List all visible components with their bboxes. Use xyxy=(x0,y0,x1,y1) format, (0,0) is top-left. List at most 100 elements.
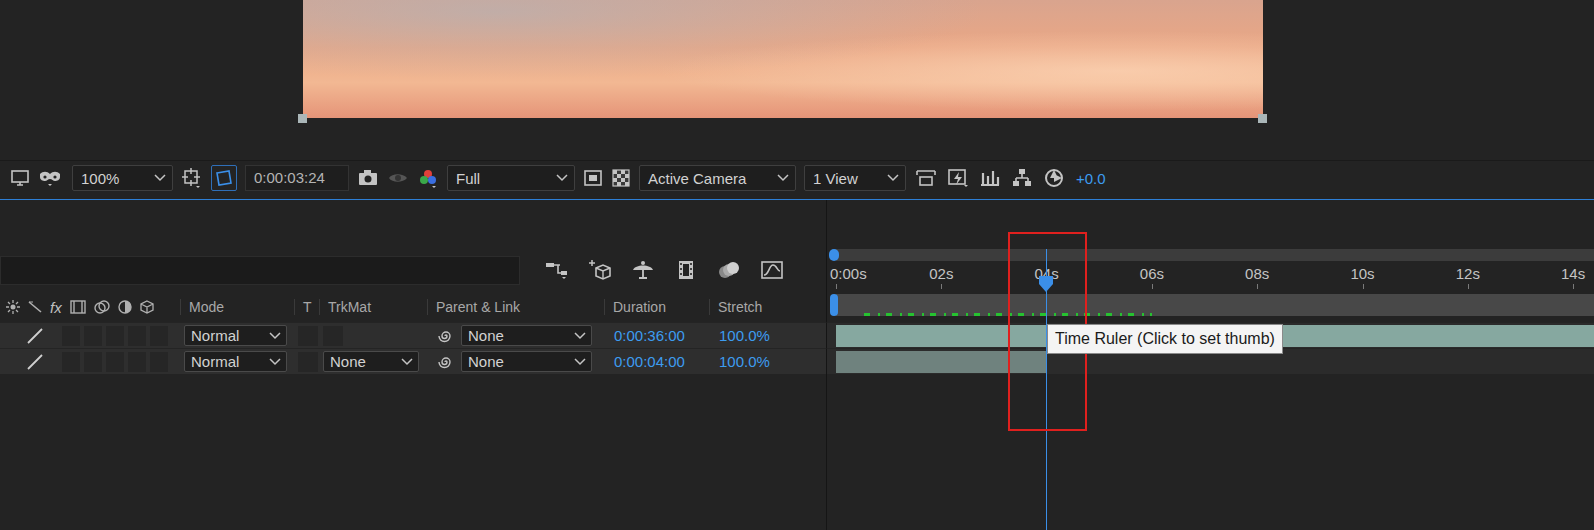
flowchart-icon[interactable] xyxy=(1010,167,1034,189)
view-layout-dropdown[interactable]: 1 View xyxy=(804,165,906,191)
chevron-icon xyxy=(574,358,586,366)
work-area-bar[interactable] xyxy=(836,294,1594,316)
fast-draft-icon[interactable] xyxy=(946,167,970,189)
preserve-transparency-box[interactable] xyxy=(298,326,318,346)
ruler-tick-mark xyxy=(1573,284,1574,289)
layer-duration-bar[interactable] xyxy=(836,351,1046,373)
column-header[interactable]: Parent & Link xyxy=(427,299,604,315)
show-snapshot-icon[interactable] xyxy=(387,168,409,188)
ruler-tick-mark xyxy=(1363,284,1364,289)
toggle-pixel-aspect-icon[interactable] xyxy=(914,167,938,189)
time-ruler[interactable]: 0:00s02s04s06s08s10s12s14s xyxy=(836,261,1594,289)
column-header[interactable]: TrkMat xyxy=(319,299,427,315)
playhead-marker-icon[interactable] xyxy=(1038,275,1054,293)
ruler-tick-mark xyxy=(1257,284,1258,289)
goggles-icon[interactable] xyxy=(38,168,64,188)
camera-view-dropdown[interactable]: Active Camera xyxy=(639,165,796,191)
composition-flowchart-icon[interactable] xyxy=(544,259,570,281)
frame-blend-icon xyxy=(70,300,86,314)
shy-icon xyxy=(6,300,20,314)
chevron-icon xyxy=(887,174,899,182)
column-header[interactable]: Stretch xyxy=(709,299,800,315)
transparency-grid-icon[interactable] xyxy=(611,168,631,188)
3d-layer-icon xyxy=(140,300,154,314)
quality-switch-icon[interactable] xyxy=(26,353,44,371)
playhead[interactable] xyxy=(1046,249,1047,530)
timeline-icon[interactable] xyxy=(978,167,1002,189)
layer-row[interactable]: Normal None 0:00:36:00 100.0% xyxy=(0,322,826,348)
frame-handle[interactable] xyxy=(298,114,307,123)
navigator-handle[interactable] xyxy=(829,249,839,261)
region-of-interest-icon xyxy=(214,168,234,188)
layer-stretch[interactable]: 100.0% xyxy=(713,327,770,344)
switch-box[interactable] xyxy=(150,352,168,372)
draft-3d-icon[interactable] xyxy=(587,259,613,281)
chevron-icon xyxy=(777,174,789,182)
fast-previews-icon[interactable] xyxy=(583,168,603,188)
hide-shy-layers-icon[interactable] xyxy=(630,259,656,281)
time-navigator[interactable] xyxy=(836,249,1594,261)
exposure-reset-icon[interactable] xyxy=(1042,167,1066,189)
column-header[interactable]: T xyxy=(294,299,319,315)
switch-box[interactable] xyxy=(106,326,124,346)
blend-mode-dropdown[interactable]: Normal xyxy=(184,325,287,346)
region-of-interest-button[interactable] xyxy=(211,165,237,191)
quality-icon xyxy=(28,300,42,314)
blend-mode-dropdown[interactable]: Normal xyxy=(184,351,287,372)
parent-dropdown[interactable]: None xyxy=(461,351,592,372)
graph-editor-icon[interactable] xyxy=(759,259,785,281)
switch-box[interactable] xyxy=(62,326,80,346)
layer-row[interactable]: Normal None None 0:00:04:00 100.0% xyxy=(0,348,826,374)
switch-box[interactable] xyxy=(128,326,146,346)
current-time-field[interactable]: 0:00:03:24 xyxy=(245,165,349,191)
ruler-tick-mark xyxy=(941,284,942,289)
zoom-dropdown[interactable]: 100% xyxy=(72,165,173,191)
work-area-row xyxy=(826,289,1594,322)
quality-switch-icon[interactable] xyxy=(26,327,44,345)
chevron-icon xyxy=(574,332,586,340)
frame-blending-icon[interactable] xyxy=(673,259,699,281)
track-matte-dropdown[interactable]: None xyxy=(323,351,419,372)
layer-search-field[interactable] xyxy=(0,256,520,285)
exposure-value[interactable]: +0.0 xyxy=(1076,170,1106,187)
layer-duration[interactable]: 0:00:04:00 xyxy=(608,353,685,370)
ruler-tick-label: 14s xyxy=(1561,265,1585,282)
camera-icon[interactable] xyxy=(357,168,379,188)
layer-duration[interactable]: 0:00:36:00 xyxy=(608,327,685,344)
chevron-icon xyxy=(556,174,568,182)
timeline-controls xyxy=(0,249,826,289)
switch-box[interactable] xyxy=(128,352,146,372)
switch-box[interactable] xyxy=(150,326,168,346)
ruler-tick-label: 06s xyxy=(1140,265,1164,282)
switch-box[interactable] xyxy=(84,326,102,346)
viewer-toolbar: 100% 0:00:03:24 Full Active Camera 1 View +0.… xyxy=(0,160,1594,195)
ruler-tick-label: 02s xyxy=(929,265,953,282)
switch-box[interactable] xyxy=(84,352,102,372)
parent-dropdown[interactable]: None xyxy=(461,325,592,346)
column-header[interactable]: Duration xyxy=(604,299,709,315)
ruler-tick-label: 12s xyxy=(1456,265,1480,282)
pick-whip-icon[interactable] xyxy=(437,354,453,370)
channels-icon[interactable] xyxy=(417,167,439,189)
motion-blur-icon xyxy=(94,300,110,314)
layer-stretch[interactable]: 100.0% xyxy=(713,353,770,370)
chevron-icon xyxy=(269,358,281,366)
work-area-start-handle[interactable] xyxy=(830,294,838,316)
resolution-dropdown[interactable]: Full xyxy=(447,165,575,191)
column-header[interactable]: Mode xyxy=(180,299,294,315)
ruler-tick-mark xyxy=(1468,284,1469,289)
motion-blur-icon[interactable] xyxy=(716,259,742,281)
switch-box[interactable] xyxy=(62,352,80,372)
track-matte-box[interactable] xyxy=(323,326,343,346)
grid-guides-icon[interactable] xyxy=(181,167,203,189)
switch-box[interactable] xyxy=(106,352,124,372)
after-effects-window: 100% 0:00:03:24 Full Active Camera 1 View +0.… xyxy=(0,0,1594,530)
chevron-icon xyxy=(269,332,281,340)
composition-viewer xyxy=(0,0,1594,158)
preserve-transparency-box[interactable] xyxy=(298,352,318,372)
monitor-icon[interactable] xyxy=(10,168,30,188)
frame-handle[interactable] xyxy=(1258,114,1267,123)
adjustment-layer-icon xyxy=(118,300,132,314)
ruler-tick-label: 08s xyxy=(1245,265,1269,282)
pick-whip-icon[interactable] xyxy=(437,328,453,344)
